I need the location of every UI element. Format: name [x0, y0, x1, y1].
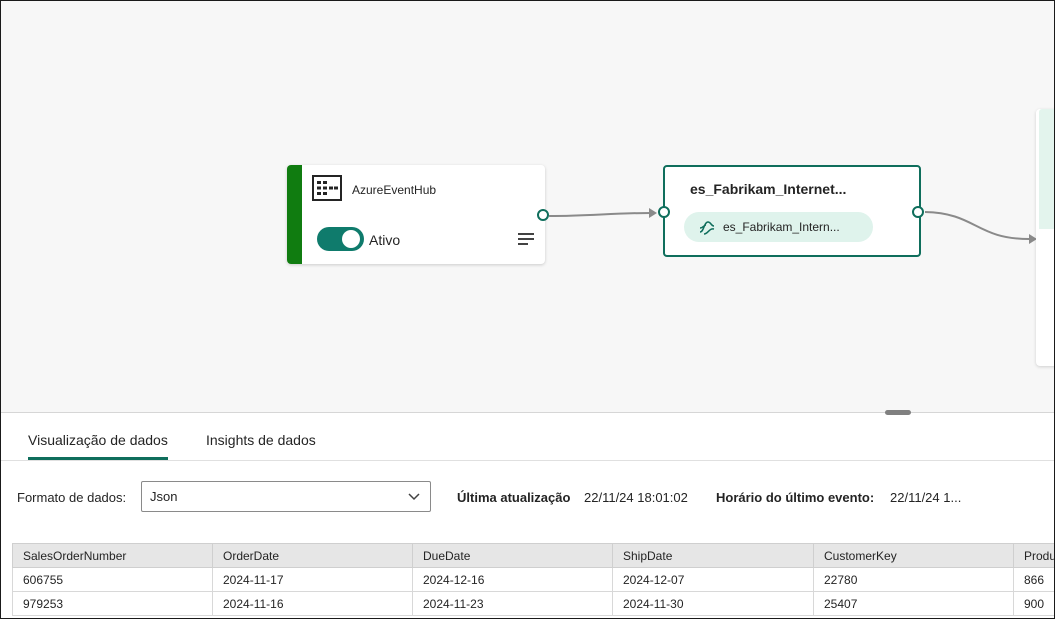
stream-to-destination-connector	[924, 211, 1030, 240]
eventstream-icon	[699, 221, 715, 235]
last-update-value: 22/11/24 18:01:02	[584, 490, 688, 505]
table-cell: 2024-12-07	[612, 567, 814, 592]
stream-node-title: es_Fabrikam_Internet...	[690, 181, 847, 197]
column-header[interactable]: CustomerKey	[813, 543, 1014, 568]
table-cell: 22780	[813, 567, 1014, 592]
table-cell: 25407	[813, 591, 1014, 616]
column-header[interactable]: DueDate	[412, 543, 613, 568]
active-tab-indicator	[28, 457, 168, 460]
stream-output-port[interactable]	[912, 206, 924, 218]
source-node-title: AzureEventHub	[352, 183, 437, 197]
column-header[interactable]: OrderDate	[212, 543, 413, 568]
stream-input-port[interactable]	[658, 206, 670, 218]
stream-chip[interactable]: es_Fabrikam_Intern...	[684, 212, 873, 242]
tab-data-preview[interactable]: Visualização de dados	[28, 432, 168, 448]
table-header-row: SalesOrderNumber OrderDate DueDate ShipD…	[12, 543, 1054, 568]
data-preview-table: SalesOrderNumber OrderDate DueDate ShipD…	[12, 543, 1054, 616]
connector-arrowhead	[649, 208, 657, 218]
table-cell: 2024-11-23	[412, 591, 613, 616]
source-node-accent	[287, 165, 302, 264]
table-cell: 2024-11-30	[612, 591, 814, 616]
source-to-stream-connector	[548, 212, 652, 217]
last-update-label: Última atualização	[457, 490, 571, 505]
hamburger-menu-icon[interactable]	[518, 232, 535, 246]
tab-data-insights[interactable]: Insights de dados	[206, 432, 316, 448]
chevron-down-icon	[408, 493, 420, 501]
bottom-panel-tabs: Visualização de dados Insights de dados	[1, 414, 1054, 461]
data-format-dropdown[interactable]: Json	[141, 481, 431, 512]
table-cell: 2024-12-16	[412, 567, 613, 592]
source-node-azure-event-hub[interactable]: AzureEventHub Ativo	[287, 165, 545, 264]
data-format-value: Json	[150, 489, 178, 504]
event-hub-icon	[312, 175, 342, 201]
stream-node[interactable]: es_Fabrikam_Internet... es_Fabrikam_Inte…	[663, 165, 921, 257]
source-output-port[interactable]	[537, 209, 549, 221]
table-cell: 606755	[12, 567, 213, 592]
toggle-knob	[342, 230, 360, 248]
table-cell: 2024-11-16	[212, 591, 413, 616]
last-event-value: 22/11/24 1...	[890, 490, 962, 505]
table-row: 979253 2024-11-16 2024-11-23 2024-11-30 …	[12, 591, 1054, 616]
table-cell: 979253	[12, 591, 213, 616]
eventstream-editor: AzureEventHub Ativo es_Fabrikam_Internet…	[0, 0, 1055, 619]
destination-node-header	[1039, 109, 1054, 229]
table-row: 606755 2024-11-17 2024-12-16 2024-12-07 …	[12, 567, 1054, 592]
active-toggle-label: Ativo	[369, 232, 401, 248]
flow-canvas[interactable]: AzureEventHub Ativo es_Fabrikam_Internet…	[1, 1, 1054, 413]
data-format-label: Formato de dados:	[17, 490, 127, 505]
column-header[interactable]: SalesOrderNumber	[12, 543, 213, 568]
last-event-label: Horário do último evento:	[716, 490, 875, 505]
table-cell: 2024-11-17	[212, 567, 413, 592]
active-toggle[interactable]	[317, 227, 364, 251]
column-header[interactable]: ShipDate	[612, 543, 814, 568]
stream-chip-label: es_Fabrikam_Intern...	[723, 220, 840, 234]
column-header[interactable]: Produ	[1013, 543, 1054, 568]
table-cell: 866	[1013, 567, 1054, 592]
table-cell: 900	[1013, 591, 1054, 616]
destination-node-partial[interactable]	[1036, 109, 1054, 366]
